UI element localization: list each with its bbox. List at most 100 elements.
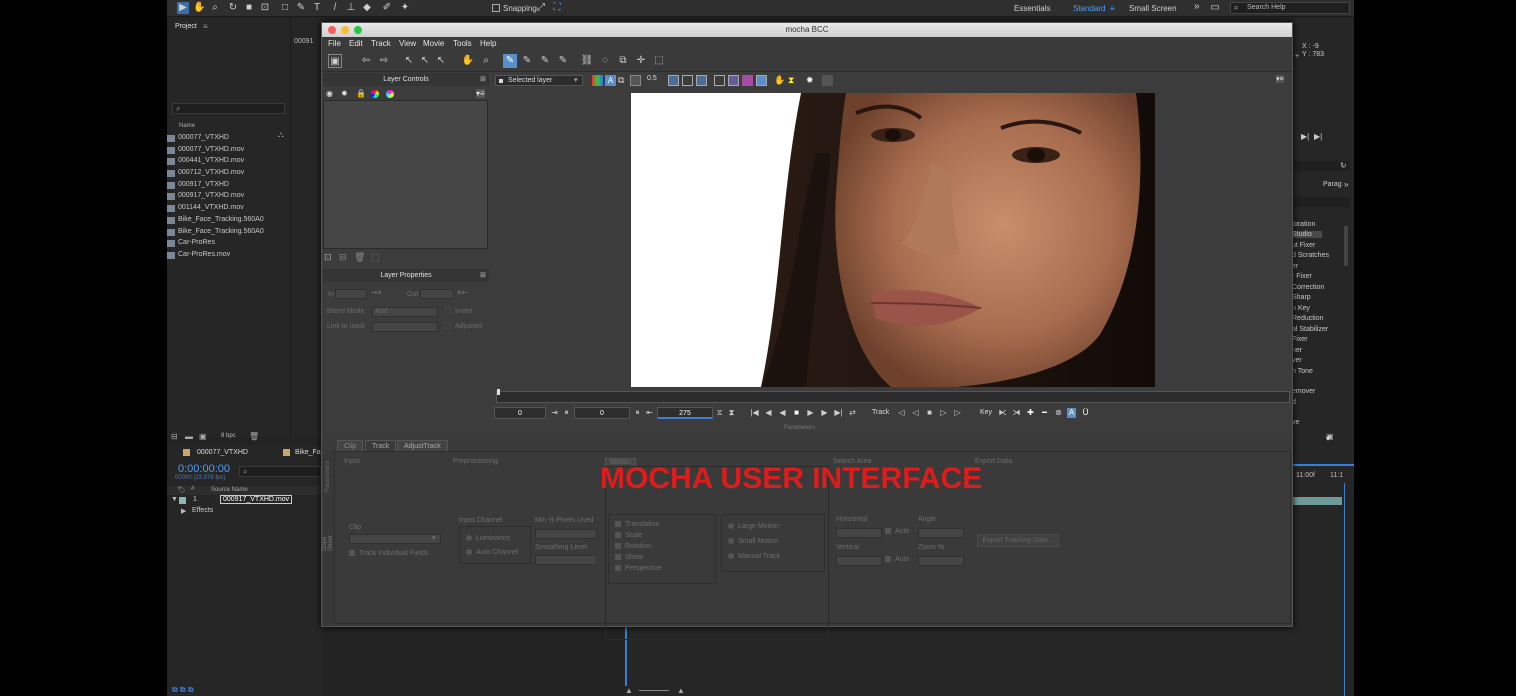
matte-color-icon[interactable]: [386, 90, 394, 98]
playhead-marker[interactable]: [497, 389, 500, 395]
panel-options-icon[interactable]: ▾≡: [476, 89, 485, 98]
select-layer-icon[interactable]: ↖: [434, 54, 448, 68]
panel-menu-icon[interactable]: ≡: [203, 22, 208, 31]
auto-vertical-checkbox[interactable]: [885, 556, 891, 563]
project-item[interactable]: 000917_VTXHD.mov: [166, 192, 244, 200]
hierarchy-icon[interactable]: ⛬: [278, 130, 284, 140]
panel-icon[interactable]: ▭: [1209, 2, 1221, 14]
clip-select[interactable]: ▾: [349, 534, 441, 544]
menu-movie[interactable]: Movie: [423, 39, 444, 48]
auto-vertical-row[interactable]: Auto: [885, 556, 909, 563]
effect-item[interactable]: ut Fixer: [1292, 242, 1315, 249]
close-panel-icon[interactable]: ⊠: [480, 73, 486, 86]
out-point-field[interactable]: [420, 289, 454, 299]
set-out-point-icon[interactable]: ⇤: [645, 408, 654, 418]
project-item[interactable]: 000077_VTXHD: [167, 134, 229, 142]
pen-tool-icon[interactable]: ✎: [295, 2, 307, 14]
sun-icon[interactable]: ✹: [806, 75, 817, 86]
zoom-icon[interactable]: ⌕: [479, 54, 493, 68]
puppet-tool-icon[interactable]: ✦: [399, 2, 411, 14]
track-forward-icon[interactable]: ▷: [953, 408, 962, 418]
minimize-window-button[interactable]: [341, 26, 349, 34]
stabilize-icon[interactable]: [756, 75, 767, 86]
auto-key-icon[interactable]: A: [1067, 408, 1076, 418]
menu-tools[interactable]: Tools: [453, 39, 472, 48]
out-point-timecode[interactable]: 275: [657, 407, 713, 419]
set-out-icon[interactable]: ⏸⇤: [457, 288, 468, 298]
rotate-tool-icon[interactable]: ↻: [227, 2, 239, 14]
expand-range-icon[interactable]: ⧗: [727, 408, 736, 418]
duplicate-layer-icon[interactable]: ⊟: [339, 252, 347, 263]
project-search-input[interactable]: ⌕: [172, 103, 285, 114]
play-backward-icon[interactable]: ◀: [778, 408, 787, 418]
project-item[interactable]: Car-ProRes.mov: [166, 251, 230, 259]
project-item[interactable]: 001144_VTXHD.mov: [167, 204, 244, 212]
next-key-icon[interactable]: ⧕: [1012, 408, 1021, 418]
label-color-swatch[interactable]: [179, 497, 186, 504]
menu-file[interactable]: File: [328, 39, 341, 48]
zoom-field[interactable]: [918, 556, 964, 566]
effect-item[interactable]: emover: [1292, 388, 1315, 395]
stop-icon[interactable]: ■: [792, 408, 801, 418]
effect-item-selected[interactable]: Studio: [1292, 231, 1322, 238]
col-name-header[interactable]: Name: [179, 123, 195, 129]
effect-item[interactable]: ver: [1292, 357, 1302, 364]
transform-icon[interactable]: ⧉: [616, 54, 630, 68]
tab-track[interactable]: Track: [365, 440, 397, 451]
cursor-icon[interactable]: ✋: [774, 75, 785, 86]
side-tab-dope-sheet[interactable]: Dope Sheet: [322, 535, 334, 551]
timeline-search-input[interactable]: ⌕: [239, 466, 321, 477]
snap-option-icon[interactable]: ⛶: [551, 2, 563, 14]
link-to-track-select[interactable]: [372, 322, 438, 332]
export-tracking-data-button[interactable]: Export Tracking Data...: [977, 534, 1059, 547]
track-step-icon[interactable]: ▷: [939, 408, 948, 418]
project-panel-title[interactable]: Project: [175, 23, 197, 30]
project-item[interactable]: Bike_Face_Tracking.560A0: [167, 216, 264, 224]
rectangle-tool-icon[interactable]: □: [279, 2, 291, 14]
zoom-in-icon[interactable]: ▲: [677, 686, 685, 695]
select-points-icon[interactable]: ↖: [418, 54, 432, 68]
timeline-tab-1[interactable]: 000077_VTXHD: [197, 449, 248, 456]
bit-depth-label[interactable]: 8 bpc: [221, 433, 236, 439]
zoom-out-icon[interactable]: ▲: [625, 686, 633, 695]
loop-icon[interactable]: ⇄: [848, 408, 857, 418]
tab-adjust-track[interactable]: AdjustTrack: [397, 440, 448, 451]
delete-key-icon[interactable]: ━: [1040, 408, 1049, 418]
in-point-field[interactable]: [335, 289, 367, 299]
effect-item[interactable]: Fixer: [1292, 336, 1308, 343]
track-back-step-icon[interactable]: ◁: [911, 408, 920, 418]
menu-edit[interactable]: Edit: [349, 39, 363, 48]
hand-tool-icon[interactable]: ✋: [193, 2, 205, 14]
delete-layer-icon[interactable]: 🗑: [354, 252, 365, 263]
play-icon[interactable]: ▶|: [1301, 132, 1309, 141]
layer-name[interactable]: 000917_VTXHD.mov: [220, 495, 293, 504]
mocha-title-bar[interactable]: mocha BCC: [322, 23, 1292, 37]
effect-item[interactable]: Sharp: [1292, 294, 1311, 301]
effect-item[interactable]: al Stabilizer: [1292, 326, 1328, 333]
effect-item[interactable]: d Scratches: [1292, 252, 1329, 259]
time-indicator[interactable]: [1344, 483, 1345, 696]
track-fields-checkbox[interactable]: [349, 550, 355, 557]
smoothing-field[interactable]: [535, 555, 597, 565]
maximize-window-button[interactable]: [354, 26, 362, 34]
lock-icon[interactable]: 🔒: [356, 89, 366, 98]
link-icon[interactable]: ⛓: [580, 54, 594, 68]
horizontal-field[interactable]: [836, 528, 882, 538]
view-mode-icon[interactable]: [682, 75, 693, 86]
auto-channel-radio-row[interactable]: Auto Channel: [466, 549, 518, 556]
fit-range-icon[interactable]: ⧖: [715, 408, 724, 418]
workspace-standard[interactable]: Standard: [1073, 4, 1105, 13]
workspace-small-screen[interactable]: Small Screen: [1129, 4, 1177, 13]
expand-arrow-icon[interactable]: ▼: [171, 496, 178, 503]
x-spline-tool-icon[interactable]: ✎: [503, 54, 517, 68]
viewer-options-icon[interactable]: ▾≡: [1276, 75, 1284, 83]
timeline-layer-row[interactable]: ▼ 1 000917_VTXHD.mov: [167, 495, 322, 506]
lasso-icon[interactable]: ◌: [598, 54, 612, 68]
project-item[interactable]: 000441_VTXHD.mov: [166, 157, 244, 165]
luminance-radio-row[interactable]: Luminance: [466, 535, 510, 542]
grid-view-icon[interactable]: [728, 75, 739, 86]
hand-icon[interactable]: ✋: [461, 54, 475, 68]
menu-help[interactable]: Help: [480, 39, 496, 48]
go-to-end-icon[interactable]: ▶|: [834, 408, 843, 418]
redo-icon[interactable]: ⇨: [377, 54, 391, 68]
